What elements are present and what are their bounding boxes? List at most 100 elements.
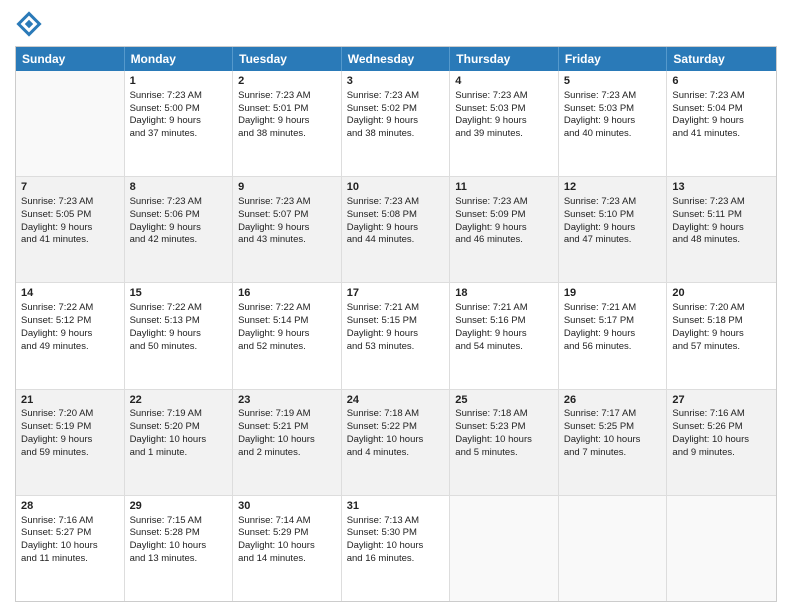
- day-info-line: Sunset: 5:28 PM: [130, 527, 228, 540]
- day-info-line: Sunrise: 7:23 AM: [672, 196, 771, 209]
- day-number: 2: [238, 74, 336, 89]
- day-info-line: Sunset: 5:18 PM: [672, 315, 771, 328]
- day-info-line: Daylight: 10 hours: [21, 540, 119, 553]
- day-number: 23: [238, 393, 336, 408]
- day-info-line: and 5 minutes.: [455, 447, 553, 460]
- day-info-line: and 40 minutes.: [564, 128, 662, 141]
- day-info-line: Daylight: 9 hours: [455, 222, 553, 235]
- day-info-line: Daylight: 9 hours: [238, 222, 336, 235]
- day-info-line: and 56 minutes.: [564, 341, 662, 354]
- calendar-header-cell: Tuesday: [233, 47, 342, 71]
- day-info-line: Sunrise: 7:23 AM: [130, 196, 228, 209]
- day-info-line: Sunrise: 7:21 AM: [455, 302, 553, 315]
- calendar-cell: 4Sunrise: 7:23 AMSunset: 5:03 PMDaylight…: [450, 71, 559, 176]
- day-info-line: Daylight: 9 hours: [130, 222, 228, 235]
- calendar-cell: [450, 496, 559, 601]
- day-info-line: Daylight: 9 hours: [455, 115, 553, 128]
- day-number: 19: [564, 286, 662, 301]
- day-info-line: Daylight: 9 hours: [564, 222, 662, 235]
- day-info-line: Sunset: 5:07 PM: [238, 209, 336, 222]
- day-info-line: Sunrise: 7:22 AM: [21, 302, 119, 315]
- day-number: 20: [672, 286, 771, 301]
- calendar-header-row: SundayMondayTuesdayWednesdayThursdayFrid…: [16, 47, 776, 71]
- day-info-line: Daylight: 9 hours: [347, 222, 445, 235]
- calendar-row: 7Sunrise: 7:23 AMSunset: 5:05 PMDaylight…: [16, 177, 776, 283]
- day-info-line: Daylight: 9 hours: [672, 328, 771, 341]
- calendar-cell: 6Sunrise: 7:23 AMSunset: 5:04 PMDaylight…: [667, 71, 776, 176]
- day-info-line: and 50 minutes.: [130, 341, 228, 354]
- day-info-line: and 44 minutes.: [347, 234, 445, 247]
- day-number: 25: [455, 393, 553, 408]
- day-info-line: Sunrise: 7:23 AM: [455, 90, 553, 103]
- day-info-line: Sunset: 5:08 PM: [347, 209, 445, 222]
- day-number: 29: [130, 499, 228, 514]
- day-info-line: Sunset: 5:16 PM: [455, 315, 553, 328]
- day-number: 27: [672, 393, 771, 408]
- day-info-line: and 38 minutes.: [238, 128, 336, 141]
- day-info-line: Sunset: 5:03 PM: [564, 103, 662, 116]
- logo-icon: [15, 10, 43, 38]
- calendar-cell: 3Sunrise: 7:23 AMSunset: 5:02 PMDaylight…: [342, 71, 451, 176]
- day-number: 15: [130, 286, 228, 301]
- day-info-line: Daylight: 9 hours: [672, 115, 771, 128]
- day-info-line: Daylight: 9 hours: [238, 328, 336, 341]
- calendar-cell: 14Sunrise: 7:22 AMSunset: 5:12 PMDayligh…: [16, 283, 125, 388]
- day-number: 5: [564, 74, 662, 89]
- day-info-line: and 47 minutes.: [564, 234, 662, 247]
- day-info-line: Sunset: 5:09 PM: [455, 209, 553, 222]
- day-info-line: and 42 minutes.: [130, 234, 228, 247]
- calendar-cell: [667, 496, 776, 601]
- day-info-line: and 7 minutes.: [564, 447, 662, 460]
- day-info-line: Sunrise: 7:18 AM: [455, 408, 553, 421]
- calendar-cell: [559, 496, 668, 601]
- day-info-line: Daylight: 10 hours: [238, 540, 336, 553]
- day-info-line: Sunset: 5:12 PM: [21, 315, 119, 328]
- day-info-line: Sunset: 5:25 PM: [564, 421, 662, 434]
- day-info-line: and 39 minutes.: [455, 128, 553, 141]
- day-info-line: and 4 minutes.: [347, 447, 445, 460]
- day-info-line: Sunset: 5:15 PM: [347, 315, 445, 328]
- calendar-cell: 12Sunrise: 7:23 AMSunset: 5:10 PMDayligh…: [559, 177, 668, 282]
- calendar-cell: 5Sunrise: 7:23 AMSunset: 5:03 PMDaylight…: [559, 71, 668, 176]
- day-info-line: Sunset: 5:05 PM: [21, 209, 119, 222]
- day-info-line: and 57 minutes.: [672, 341, 771, 354]
- calendar-cell: 11Sunrise: 7:23 AMSunset: 5:09 PMDayligh…: [450, 177, 559, 282]
- calendar-cell: 28Sunrise: 7:16 AMSunset: 5:27 PMDayligh…: [16, 496, 125, 601]
- calendar-cell: 7Sunrise: 7:23 AMSunset: 5:05 PMDaylight…: [16, 177, 125, 282]
- calendar-cell: 15Sunrise: 7:22 AMSunset: 5:13 PMDayligh…: [125, 283, 234, 388]
- day-number: 14: [21, 286, 119, 301]
- calendar-header-cell: Saturday: [667, 47, 776, 71]
- day-number: 22: [130, 393, 228, 408]
- calendar-header-cell: Thursday: [450, 47, 559, 71]
- calendar-cell: 17Sunrise: 7:21 AMSunset: 5:15 PMDayligh…: [342, 283, 451, 388]
- calendar-cell: 26Sunrise: 7:17 AMSunset: 5:25 PMDayligh…: [559, 390, 668, 495]
- day-info-line: and 1 minute.: [130, 447, 228, 460]
- calendar-cell: 29Sunrise: 7:15 AMSunset: 5:28 PMDayligh…: [125, 496, 234, 601]
- calendar-header-cell: Monday: [125, 47, 234, 71]
- day-info-line: Sunrise: 7:23 AM: [564, 196, 662, 209]
- calendar-cell: 2Sunrise: 7:23 AMSunset: 5:01 PMDaylight…: [233, 71, 342, 176]
- day-number: 6: [672, 74, 771, 89]
- day-info-line: Sunset: 5:02 PM: [347, 103, 445, 116]
- day-info-line: and 59 minutes.: [21, 447, 119, 460]
- day-info-line: Sunrise: 7:23 AM: [347, 90, 445, 103]
- day-info-line: Daylight: 10 hours: [130, 434, 228, 447]
- day-info-line: Sunrise: 7:21 AM: [564, 302, 662, 315]
- page: SundayMondayTuesdayWednesdayThursdayFrid…: [0, 0, 792, 612]
- day-info-line: and 13 minutes.: [130, 553, 228, 566]
- day-info-line: Daylight: 9 hours: [564, 115, 662, 128]
- day-info-line: Daylight: 9 hours: [238, 115, 336, 128]
- day-number: 3: [347, 74, 445, 89]
- calendar-cell: 31Sunrise: 7:13 AMSunset: 5:30 PMDayligh…: [342, 496, 451, 601]
- calendar-header-cell: Wednesday: [342, 47, 451, 71]
- day-info-line: Sunset: 5:13 PM: [130, 315, 228, 328]
- day-info-line: Sunset: 5:04 PM: [672, 103, 771, 116]
- day-info-line: Sunset: 5:10 PM: [564, 209, 662, 222]
- day-info-line: Daylight: 9 hours: [21, 434, 119, 447]
- day-info-line: Sunrise: 7:23 AM: [455, 196, 553, 209]
- calendar-cell: 19Sunrise: 7:21 AMSunset: 5:17 PMDayligh…: [559, 283, 668, 388]
- day-info-line: and 9 minutes.: [672, 447, 771, 460]
- day-info-line: and 53 minutes.: [347, 341, 445, 354]
- day-info-line: and 14 minutes.: [238, 553, 336, 566]
- day-info-line: Sunset: 5:11 PM: [672, 209, 771, 222]
